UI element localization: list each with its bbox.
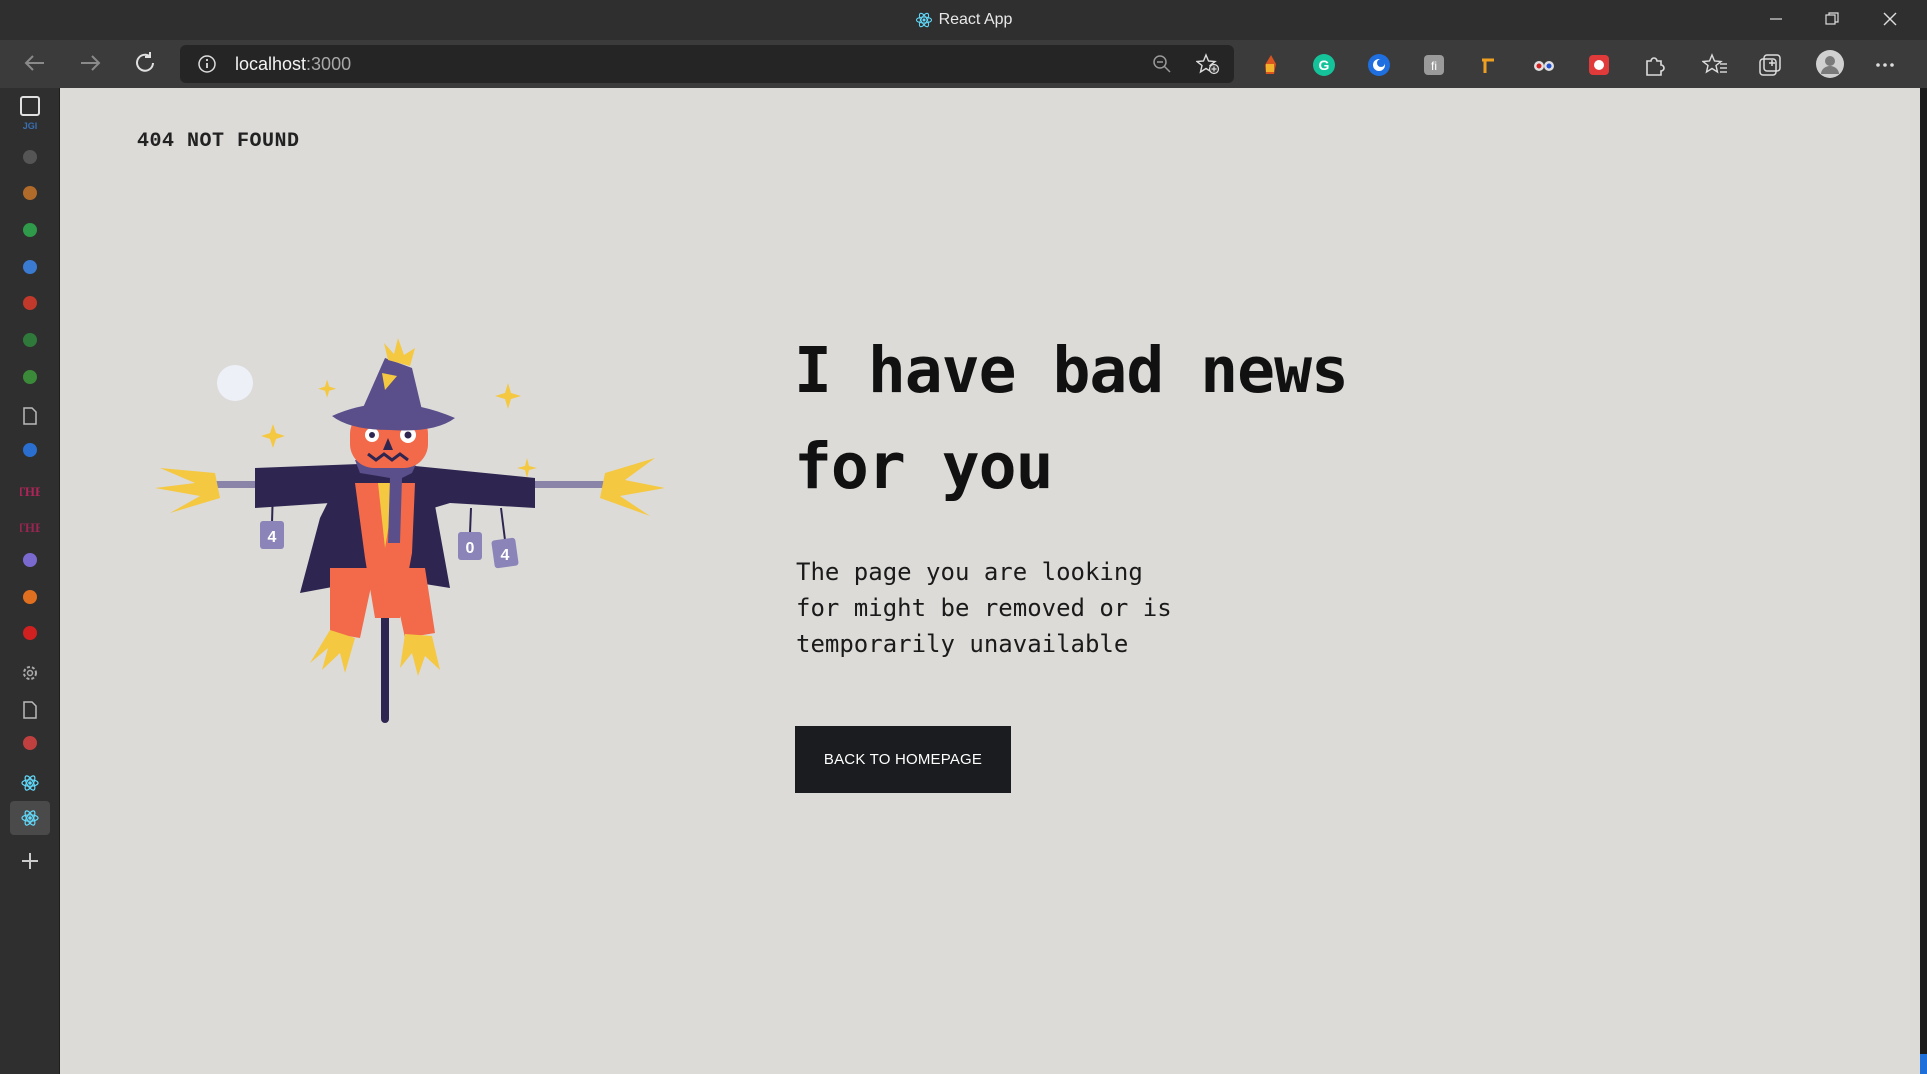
extensions-puzzle-icon[interactable]: [1641, 52, 1667, 78]
minimize-button[interactable]: [1756, 6, 1796, 34]
jgi-icon[interactable]: JGI: [20, 118, 40, 131]
url-text: localhost:3000: [235, 54, 351, 75]
forward-arrow-icon: [81, 55, 101, 71]
gray-extension-icon[interactable]: fi: [1421, 52, 1447, 78]
scarecrow-illustration: 4 0 4: [155, 338, 665, 723]
zoom-out-icon[interactable]: [1152, 54, 1172, 74]
headline: I have bad news for you: [794, 323, 1514, 515]
scrollbar[interactable]: [1920, 88, 1927, 1074]
vertical-tabs-sidebar: JGI THE THE: [0, 88, 60, 1074]
purple-dot-icon[interactable]: [23, 553, 37, 567]
address-bar[interactable]: localhost:3000: [180, 45, 1234, 83]
can-label-4b: 4: [501, 547, 510, 564]
add-favorite-icon[interactable]: [1196, 53, 1220, 75]
react-icon[interactable]: [10, 801, 50, 835]
the-icon[interactable]: THE: [16, 516, 43, 536]
flame-icon[interactable]: [23, 590, 37, 604]
forward-button[interactable]: [75, 50, 105, 80]
svg-text:fi: fi: [1431, 59, 1437, 73]
brand-label: 404 NOT FOUND: [137, 130, 300, 153]
the-icon[interactable]: THE: [16, 480, 43, 500]
blue-circle-extension-icon[interactable]: [1366, 52, 1392, 78]
profile-avatar[interactable]: [1815, 49, 1845, 79]
browser-toolbar: localhost:3000 G fi: [0, 40, 1927, 88]
back-to-homepage-button[interactable]: BACK TO HOMEPAGE: [795, 726, 1011, 793]
drive-icon[interactable]: [23, 260, 37, 274]
svg-text:THE: THE: [20, 484, 40, 499]
refresh-button[interactable]: [130, 50, 160, 80]
refresh-icon: [136, 52, 154, 72]
window-title: React App: [0, 11, 1927, 29]
info-icon[interactable]: [197, 54, 217, 74]
red-folder-icon[interactable]: [23, 736, 37, 750]
blue-circle-icon[interactable]: [23, 443, 37, 457]
restore-icon: [1825, 12, 1839, 25]
drive-icon[interactable]: [23, 223, 37, 237]
favorites-icon[interactable]: [1701, 52, 1728, 78]
react-icon[interactable]: [20, 773, 40, 793]
can-label-4a: 4: [268, 529, 277, 546]
back-button[interactable]: [20, 50, 50, 80]
document-icon[interactable]: [20, 406, 40, 426]
headline-line-1: I have bad news: [794, 334, 1349, 407]
url-host: localhost: [235, 54, 307, 74]
page-content: 404 NOT FOUND 4 0 4 I have bad news for …: [60, 88, 1920, 1074]
youtube-icon[interactable]: [23, 626, 37, 640]
svg-text:G: G: [1319, 57, 1330, 73]
scrollbar-thumb[interactable]: [1920, 1054, 1927, 1074]
moon-shape: [217, 365, 253, 401]
back-arrow-icon: [24, 55, 44, 71]
can-label-0: 0: [466, 540, 475, 557]
minimize-icon: [1770, 18, 1782, 20]
react-icon: [915, 12, 932, 28]
close-window-button[interactable]: [1870, 6, 1910, 34]
plus-icon[interactable]: [20, 851, 40, 871]
more-menu-icon[interactable]: [1872, 52, 1898, 78]
grammarly-icon[interactable]: G: [1311, 52, 1337, 78]
collections-icon[interactable]: [1757, 52, 1783, 78]
green-gear-icon[interactable]: [23, 370, 37, 384]
svg-text:JGI: JGI: [23, 121, 38, 131]
settings-icon[interactable]: [20, 663, 40, 683]
orange-globe-icon[interactable]: [23, 186, 37, 200]
document-icon[interactable]: [20, 700, 40, 720]
headline-line-2: for you: [794, 430, 1054, 503]
tool-extension-icon[interactable]: [1476, 52, 1502, 78]
description-text: The page you are looking for might be re…: [796, 558, 1172, 658]
restore-button[interactable]: [1812, 6, 1852, 34]
red-extension-icon[interactable]: [1586, 52, 1612, 78]
fire-extension-icon[interactable]: [1258, 52, 1284, 78]
svg-text:THE: THE: [20, 520, 40, 535]
glasses-extension-icon[interactable]: [1531, 52, 1557, 78]
tabs-icon[interactable]: [20, 96, 40, 116]
url-port: :3000: [306, 54, 352, 74]
window-title-bar: React App: [0, 0, 1927, 40]
close-icon: [1883, 12, 1897, 26]
dark-circle-icon[interactable]: [23, 150, 37, 164]
chrome-like-icon[interactable]: [23, 296, 37, 310]
green-gear-icon[interactable]: [23, 333, 37, 347]
window-title-text: React App: [938, 11, 1013, 29]
